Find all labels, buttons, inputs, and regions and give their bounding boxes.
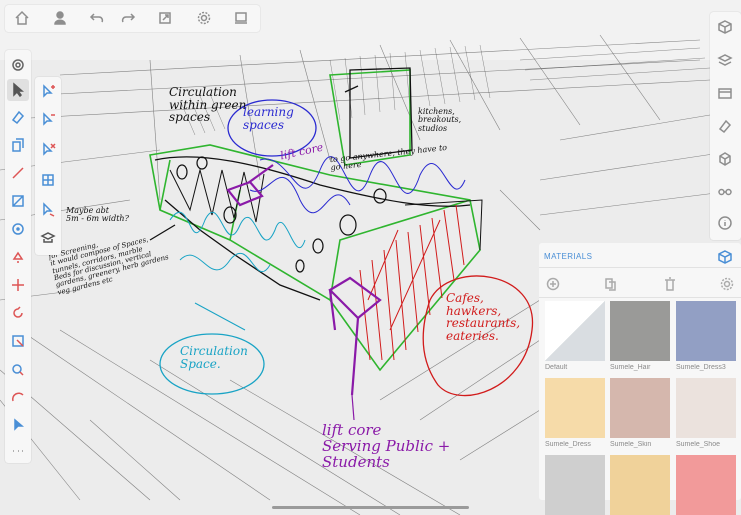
add-material-icon[interactable] bbox=[542, 273, 564, 295]
materials-cube-icon[interactable] bbox=[714, 246, 736, 268]
annotation-circulation-space: Circulation Space. bbox=[180, 344, 248, 371]
glasses-icon[interactable] bbox=[714, 180, 736, 202]
duplicate-material-icon[interactable] bbox=[599, 273, 621, 295]
export-icon[interactable] bbox=[154, 7, 176, 29]
material-swatch[interactable] bbox=[610, 301, 670, 361]
rotate-icon[interactable] bbox=[7, 302, 29, 324]
user-icon[interactable] bbox=[49, 7, 71, 29]
components-icon[interactable] bbox=[714, 148, 736, 170]
material-settings-icon[interactable] bbox=[716, 273, 738, 295]
material-swatch-label: Sumele_Shoe bbox=[676, 441, 720, 448]
annotation-circulation: Circulation within green spaces bbox=[169, 85, 247, 125]
select-layers-icon[interactable] bbox=[37, 227, 59, 249]
pushpull-icon[interactable] bbox=[7, 134, 29, 156]
cube-icon[interactable] bbox=[714, 16, 736, 38]
info-icon[interactable] bbox=[714, 212, 736, 234]
undo-icon[interactable] bbox=[86, 7, 108, 29]
scenes-icon[interactable] bbox=[714, 82, 736, 104]
material-swatch[interactable] bbox=[545, 455, 605, 515]
annotation-learning: learning spaces bbox=[243, 105, 294, 132]
home-icon[interactable] bbox=[11, 7, 33, 29]
select-toggle-icon[interactable] bbox=[37, 139, 59, 161]
material-swatch[interactable] bbox=[610, 378, 670, 438]
material-swatch[interactable] bbox=[545, 378, 605, 438]
select-add-icon[interactable] bbox=[37, 81, 59, 103]
sub-tool-palette bbox=[35, 77, 61, 255]
display-icon[interactable] bbox=[230, 7, 252, 29]
material-swatch[interactable] bbox=[676, 378, 736, 438]
annotation-maybe-width: Maybe abt 5m - 6m width? bbox=[66, 206, 129, 224]
pointer-icon[interactable] bbox=[7, 414, 29, 436]
eraser-icon[interactable] bbox=[714, 115, 736, 137]
annotation-lift-core-serving: lift core Serving Public + Students bbox=[322, 421, 451, 471]
rectangle-icon[interactable] bbox=[7, 190, 29, 212]
material-swatch-label: Sumele_Hair bbox=[610, 364, 651, 371]
material-swatch-label: Sumele_Skin bbox=[610, 441, 652, 448]
eraser-icon[interactable] bbox=[7, 106, 29, 128]
circle-icon[interactable] bbox=[7, 218, 29, 240]
orbit-icon[interactable] bbox=[7, 54, 29, 76]
top-toolbar bbox=[5, 5, 260, 32]
annotation-kitchens: kitchens, breakouts, studios bbox=[418, 107, 462, 133]
tag-icon[interactable] bbox=[7, 358, 29, 380]
materials-panel: MATERIALS Default Sumele_Hair Sumele_Dress… bbox=[539, 243, 741, 515]
pencil-icon[interactable] bbox=[7, 162, 29, 184]
select-connected-icon[interactable] bbox=[37, 199, 59, 221]
tape-icon[interactable] bbox=[7, 330, 29, 352]
materials-title: MATERIALS bbox=[544, 252, 593, 261]
material-swatch[interactable] bbox=[545, 301, 605, 361]
select-subtract-icon[interactable] bbox=[37, 109, 59, 131]
material-swatch-label: Default bbox=[545, 364, 568, 371]
material-swatch[interactable] bbox=[676, 301, 736, 361]
left-tool-palette bbox=[5, 50, 31, 463]
annotation-cafes: Cafes, hawkers, restaurants, eateries. bbox=[446, 291, 521, 343]
right-toolbar bbox=[710, 12, 741, 240]
redo-icon[interactable] bbox=[117, 7, 139, 29]
material-swatch[interactable] bbox=[610, 455, 670, 515]
delete-material-icon[interactable] bbox=[659, 273, 681, 295]
material-swatch-label: Sumele_Dress3 bbox=[676, 364, 726, 371]
layers-icon[interactable] bbox=[714, 49, 736, 71]
settings-icon[interactable] bbox=[193, 7, 215, 29]
material-swatch[interactable] bbox=[676, 455, 736, 515]
paint-icon[interactable] bbox=[7, 246, 29, 268]
select-icon[interactable] bbox=[7, 79, 29, 101]
select-grid-icon[interactable] bbox=[37, 169, 59, 191]
arc-icon[interactable] bbox=[7, 386, 29, 408]
more-icon[interactable] bbox=[7, 440, 29, 462]
move-icon[interactable] bbox=[7, 274, 29, 296]
material-swatch-label: Sumele_Dress bbox=[545, 441, 591, 448]
